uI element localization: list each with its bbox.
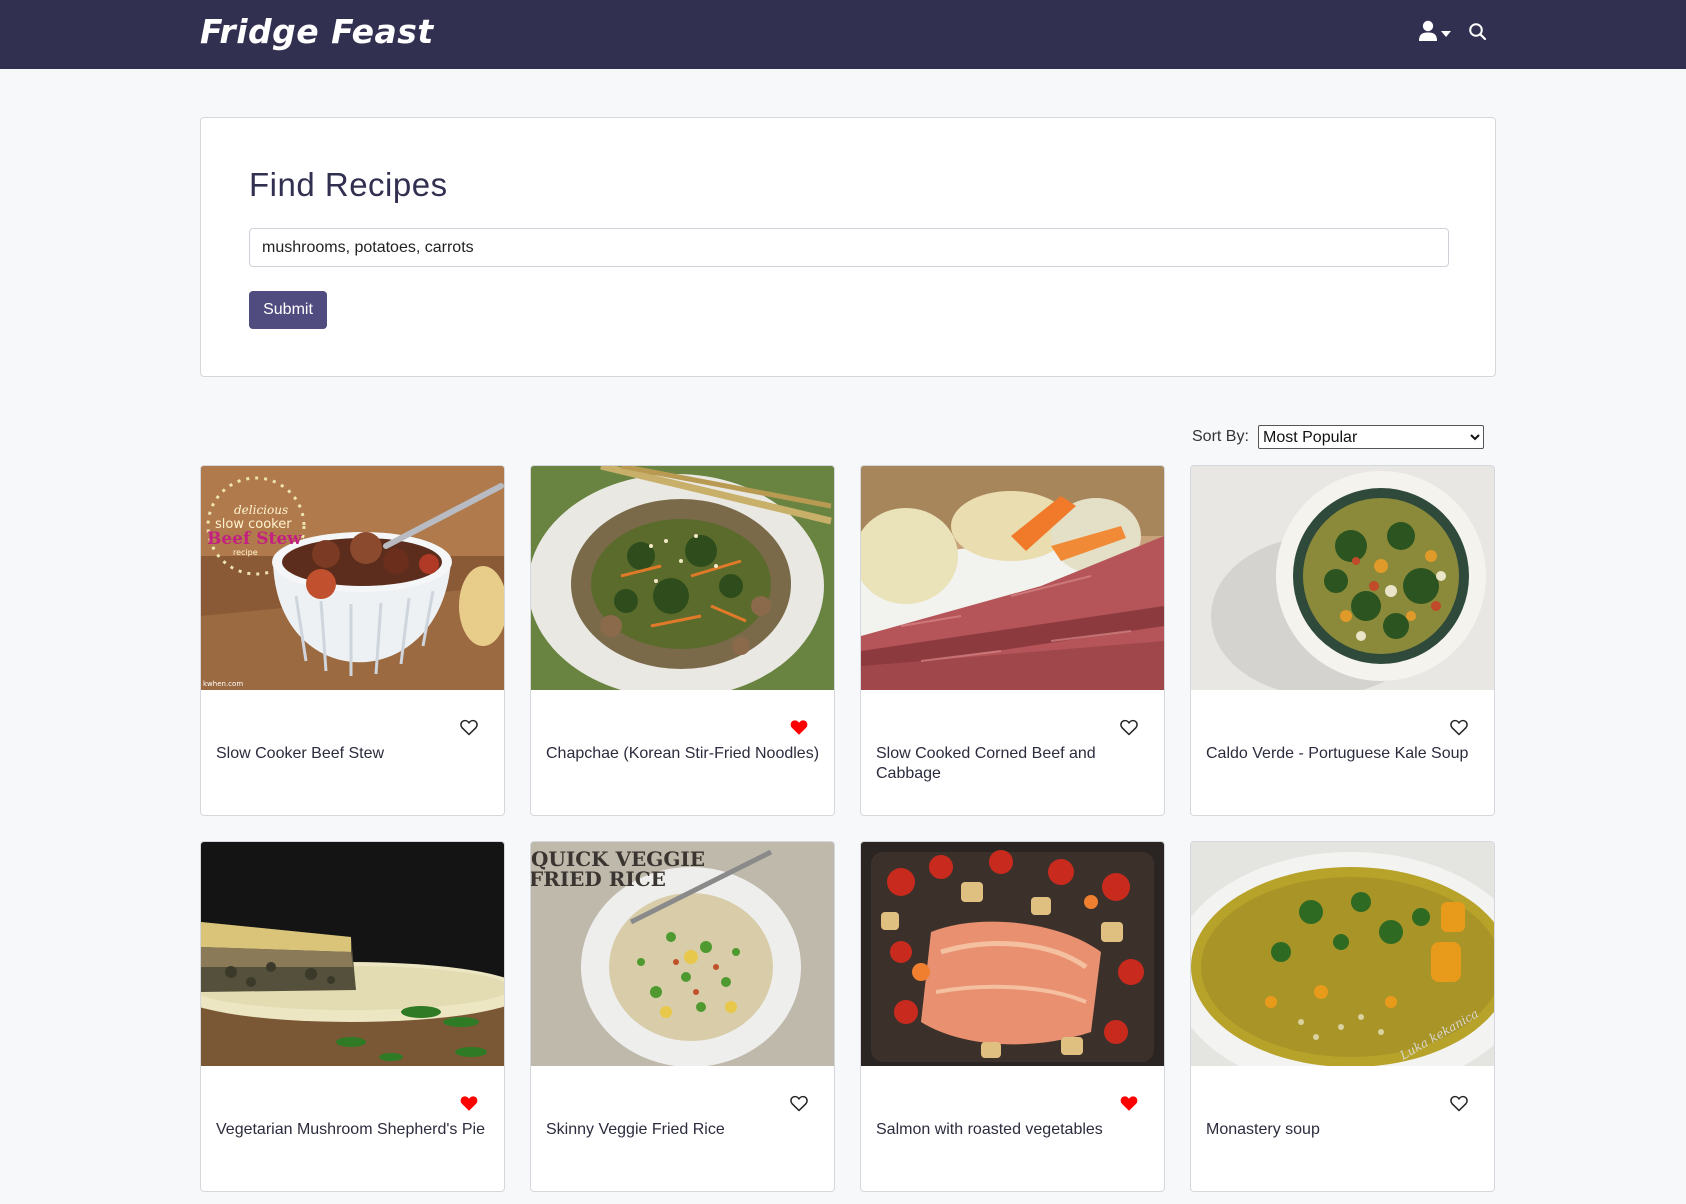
heart-filled-icon[interactable] [790, 719, 808, 736]
search-button[interactable] [1468, 22, 1490, 44]
recipe-image[interactable] [201, 842, 504, 1066]
recipe-card[interactable]: Caldo Verde - Portuguese Kale Soup [1190, 465, 1495, 816]
sort-select[interactable]: Most Popular [1258, 425, 1484, 449]
submit-button[interactable]: Submit [249, 291, 327, 329]
image-text: recipe [233, 548, 258, 557]
heart-outline-icon[interactable] [790, 1095, 808, 1112]
user-menu-button[interactable] [1418, 20, 1456, 46]
heart-filled-icon[interactable] [460, 1095, 478, 1112]
recipe-title[interactable]: Monastery soup [1206, 1120, 1486, 1140]
recipe-image[interactable]: QUICK VEGGIE FRIED RICE [531, 842, 834, 1066]
caret-down-icon [1441, 24, 1451, 42]
recipe-card[interactable]: Slow Cooked Corned Beef and Cabbage [860, 465, 1165, 816]
image-text: kwhen.com [203, 680, 243, 688]
page-title: Find Recipes [249, 166, 448, 203]
search-icon [1468, 23, 1488, 46]
sort-label: Sort By: [1192, 428, 1249, 445]
recipe-title[interactable]: Caldo Verde - Portuguese Kale Soup [1206, 744, 1486, 764]
brand-logo[interactable]: Fridge Feast [200, 12, 434, 51]
recipe-image[interactable] [861, 466, 1164, 690]
heart-outline-icon[interactable] [1450, 719, 1468, 736]
recipe-card[interactable]: Salmon with roasted vegetables [860, 841, 1165, 1192]
recipe-card[interactable]: delicious slow cooker Beef Stew recipe k… [200, 465, 505, 816]
recipe-image[interactable] [531, 466, 834, 690]
heart-filled-icon[interactable] [1120, 1095, 1138, 1112]
recipe-title[interactable]: Slow Cooked Corned Beef and Cabbage [876, 744, 1156, 784]
navbar: Fridge Feast [0, 0, 1686, 69]
recipe-image[interactable]: delicious slow cooker Beef Stew recipe k… [201, 466, 504, 690]
user-icon [1418, 20, 1438, 47]
heart-outline-icon[interactable] [1120, 719, 1138, 736]
recipe-card[interactable]: Chapchae (Korean Stir-Fried Noodles) [530, 465, 835, 816]
image-text: FRIED RICE [531, 867, 666, 891]
recipe-card[interactable]: Vegetarian Mushroom Shepherd's Pie [200, 841, 505, 1192]
ingredients-input[interactable] [249, 228, 1449, 267]
recipe-search-card: Find Recipes Submit [200, 117, 1496, 377]
recipe-title[interactable]: Salmon with roasted vegetables [876, 1120, 1156, 1140]
recipe-image[interactable]: Luka kekanica [1191, 842, 1494, 1066]
image-text: delicious [234, 503, 288, 517]
recipe-image[interactable] [861, 842, 1164, 1066]
recipe-image[interactable] [1191, 466, 1494, 690]
heart-outline-icon[interactable] [460, 719, 478, 736]
recipe-card[interactable]: QUICK VEGGIE FRIED RICE Skinny Veggie Fr… [530, 841, 835, 1192]
recipe-title[interactable]: Vegetarian Mushroom Shepherd's Pie [216, 1120, 496, 1140]
recipe-title[interactable]: Chapchae (Korean Stir-Fried Noodles) [546, 744, 826, 764]
recipe-title[interactable]: Slow Cooker Beef Stew [216, 744, 496, 764]
heart-outline-icon[interactable] [1450, 1095, 1468, 1112]
recipe-title[interactable]: Skinny Veggie Fried Rice [546, 1120, 826, 1140]
recipe-card[interactable]: Luka kekanica Monastery soup [1190, 841, 1495, 1192]
image-text: Beef Stew [207, 529, 302, 549]
